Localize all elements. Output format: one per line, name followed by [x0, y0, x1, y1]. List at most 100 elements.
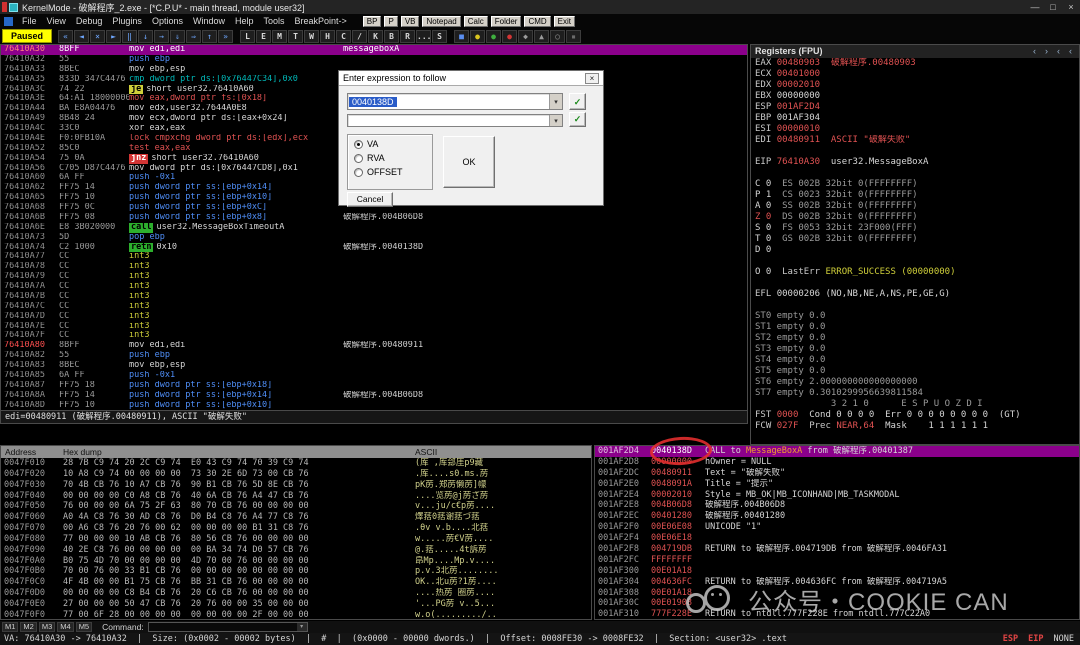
goto-address-icon[interactable]: »	[218, 29, 234, 43]
disasm-row[interactable]: 76410A7C CC int3	[1, 302, 747, 312]
register-line[interactable]: ESI 00000010	[751, 124, 1079, 135]
mark-button-m4[interactable]: M4	[57, 622, 74, 632]
register-line[interactable]: ECX 00401000	[751, 69, 1079, 80]
dump-row[interactable]: 0047F060 A0 4A C8 76 30 AD C8 76 D0 B4 C8…	[1, 512, 591, 523]
dump-row[interactable]: 0047F0D0 00 00 00 00 C8 B4 CB 76 20 C6 CB…	[1, 588, 591, 599]
restart-icon[interactable]: «	[58, 29, 74, 43]
stack-row[interactable]: 001AF2E4 00002010 Style = MB_OK|MB_ICONHAN…	[595, 490, 1079, 501]
menu-item-debug[interactable]: Debug	[71, 16, 108, 26]
disasm-row[interactable]: 76410A74 C2 1000 retn 0x10 破解程序.0040138D	[1, 242, 747, 253]
trace-into-icon[interactable]: ⇓	[170, 29, 186, 43]
dump-row[interactable]: 0047F090 40 2E C8 76 00 00 00 00 00 BA 34…	[1, 545, 591, 556]
disasm-row[interactable]: 76410A80 8BFF mov edi,edi 破解程序.00480911	[1, 341, 747, 351]
run-trace-icon[interactable]: ●	[486, 29, 502, 43]
stack-row[interactable]: 001AF2F4 00E06E18	[595, 533, 1079, 544]
disasm-row[interactable]: 76410A7E CC int3	[1, 322, 747, 332]
status-eip[interactable]: EIP	[1028, 634, 1043, 644]
window-button-c[interactable]: C	[336, 29, 352, 43]
chevron-down-icon[interactable]: ▾	[549, 115, 562, 126]
menu-item-view[interactable]: View	[42, 16, 71, 26]
close-icon[interactable]: ×	[585, 72, 599, 84]
dump-row[interactable]: 0047F010 28 7B C9 74 20 2C C9 74 E0 43 C9…	[1, 458, 591, 469]
register-line[interactable]: S 0 FS 0053 32bit 23F000(FFF)	[751, 223, 1079, 234]
disasm-row[interactable]: 76410A7D CC int3	[1, 312, 747, 322]
disasm-row[interactable]: 76410A7F CC int3	[1, 331, 747, 341]
chevron-down-icon[interactable]: ▾	[549, 94, 562, 109]
disasm-row[interactable]: 76410A82 55 push ebp	[1, 351, 747, 361]
reg-scroll-left-icon[interactable]: ‹	[1030, 45, 1039, 58]
radio-rva[interactable]: RVA	[354, 153, 432, 163]
status-esp[interactable]: ESP	[1003, 634, 1018, 644]
register-line[interactable]: FST 0000 Cond 0 0 0 0 Err 0 0 0 0 0 0 0 …	[751, 410, 1079, 421]
trace-over-icon[interactable]: ⇒	[186, 29, 202, 43]
register-line[interactable]: 3 2 1 0 E S P U O Z D I	[751, 399, 1079, 410]
window-button-e[interactable]: E	[256, 29, 272, 43]
cancel-button[interactable]: Cancel	[347, 192, 393, 207]
dump-row[interactable]: 0047F050 76 00 00 00 6A 75 2F 63 80 70 CB…	[1, 501, 591, 512]
close-button[interactable]: ×	[1062, 0, 1080, 14]
reg-next-icon[interactable]: ‹	[1066, 45, 1075, 58]
patches-icon[interactable]: ○	[550, 29, 566, 43]
breakpoint-list-icon[interactable]: ●	[502, 29, 518, 43]
windows-list-icon[interactable]: ◆	[518, 29, 534, 43]
mark-button-m5[interactable]: M5	[75, 622, 93, 632]
menu-item-options[interactable]: Options	[147, 16, 188, 26]
register-line[interactable]: EDX 00002010	[751, 80, 1079, 91]
dump-row[interactable]: 0047F030 70 4B CB 76 10 A7 CB 76 90 B1 CB…	[1, 480, 591, 491]
pause-icon[interactable]: ‖	[122, 29, 138, 43]
dump-row[interactable]: 0047F0B0 70 00 76 00 33 B1 CB 76 00 00 00…	[1, 566, 591, 577]
register-line[interactable]: ST6 empty 2.000000000000000000	[751, 377, 1079, 388]
handles-icon[interactable]: ▲	[534, 29, 550, 43]
disasm-row[interactable]: 76410A7B CC int3	[1, 292, 747, 302]
register-line[interactable]: A 0 SS 002B 32bit 0(FFFFFFFF)	[751, 201, 1079, 212]
quick-button-vb[interactable]: VB	[400, 15, 420, 27]
disasm-row[interactable]: 76410A6B FF75 08 push dword ptr ss:[ebp+0x…	[1, 213, 747, 223]
disasm-row[interactable]: 76410A30 8BFF mov edi,edi messageboxA	[1, 45, 747, 55]
register-line[interactable]	[751, 256, 1079, 267]
window-button-m[interactable]: M	[272, 29, 288, 43]
stack-row[interactable]: 001AF2F0 00E06E08 UNICODE "1"	[595, 522, 1079, 533]
register-line[interactable]: EFL 00000206 (NO,NB,NE,A,NS,PE,GE,G)	[751, 289, 1079, 300]
confirm-expression-button[interactable]: ✓	[569, 93, 586, 110]
stack-row[interactable]: 001AF2DC 00480911 Text = "破解失败"	[595, 468, 1079, 479]
register-line[interactable]: C 0 ES 002B 32bit 0(FFFFFFFF)	[751, 179, 1079, 190]
dump-row[interactable]: 0047F0E0 27 00 00 00 50 47 CB 76 20 76 00…	[1, 599, 591, 610]
dump-row[interactable]: 0047F040 00 00 00 00 C0 A8 CB 76 40 6A CB…	[1, 491, 591, 502]
disasm-row[interactable]: 76410A85 6A FF push -0x1	[1, 371, 747, 381]
register-line[interactable]: ST3 empty 0.0	[751, 344, 1079, 355]
disasm-row[interactable]: 76410A8A FF75 14 push dword ptr ss:[ebp+0x…	[1, 391, 747, 401]
register-line[interactable]: P 1 CS 0023 32bit 0(FFFFFFFF)	[751, 190, 1079, 201]
memory-map-icon[interactable]: ■	[454, 29, 470, 43]
stack-row[interactable]: 001AF2E8 004B06D8 破解程序.004B06D8	[595, 500, 1079, 511]
register-line[interactable]: O 0 LastErr ERROR_SUCCESS (00000000)	[751, 267, 1079, 278]
disasm-row[interactable]: 76410A32 55 push ebp	[1, 55, 747, 65]
expression-history-input[interactable]: ▾	[347, 114, 563, 127]
stack-row[interactable]: 001AF2EC 00401280 破解程序.00401280	[595, 511, 1079, 522]
window-button-h[interactable]: H	[320, 29, 336, 43]
window-button-r[interactable]: R	[400, 29, 416, 43]
register-line[interactable]: ST0 empty 0.0	[751, 311, 1079, 322]
window-button-s[interactable]: S	[432, 29, 448, 43]
reg-prev-icon[interactable]: ‹	[1054, 45, 1063, 58]
until-return-icon[interactable]: ↑	[202, 29, 218, 43]
step-over-icon[interactable]: →	[154, 29, 170, 43]
quick-button-folder[interactable]: Folder	[490, 15, 522, 27]
register-line[interactable]	[751, 278, 1079, 289]
quick-button-calc[interactable]: Calc	[463, 15, 488, 27]
window-button-t[interactable]: T	[288, 29, 304, 43]
disasm-row[interactable]: 76410A8D FF75 10 push dword ptr ss:[ebp+0x…	[1, 401, 747, 411]
window-button-w[interactable]: W	[304, 29, 320, 43]
run-icon[interactable]: ►	[106, 29, 122, 43]
disasm-row[interactable]: 76410A78 CC int3	[1, 262, 747, 272]
expression-input[interactable]: 0040138D ▾	[347, 93, 563, 110]
status-none[interactable]: NONE	[1054, 634, 1074, 644]
disasm-row[interactable]: 76410A83 8BEC mov ebp,esp	[1, 361, 747, 371]
menu-item-window[interactable]: Window	[188, 16, 230, 26]
cpu-icon[interactable]: ▪	[566, 29, 582, 43]
quick-button-cmd[interactable]: CMD	[524, 15, 551, 27]
register-line[interactable]: EDI 00480911 ASCII "破解失败"	[751, 135, 1079, 146]
dump-row[interactable]: 0047F070 00 A6 C8 76 20 76 00 62 00 00 00…	[1, 523, 591, 534]
register-line[interactable]: ESP 001AF2D4	[751, 102, 1079, 113]
register-line[interactable]: Z 0 DS 002B 32bit 0(FFFFFFFF)	[751, 212, 1079, 223]
register-line[interactable]: EBP 001AF304	[751, 113, 1079, 124]
